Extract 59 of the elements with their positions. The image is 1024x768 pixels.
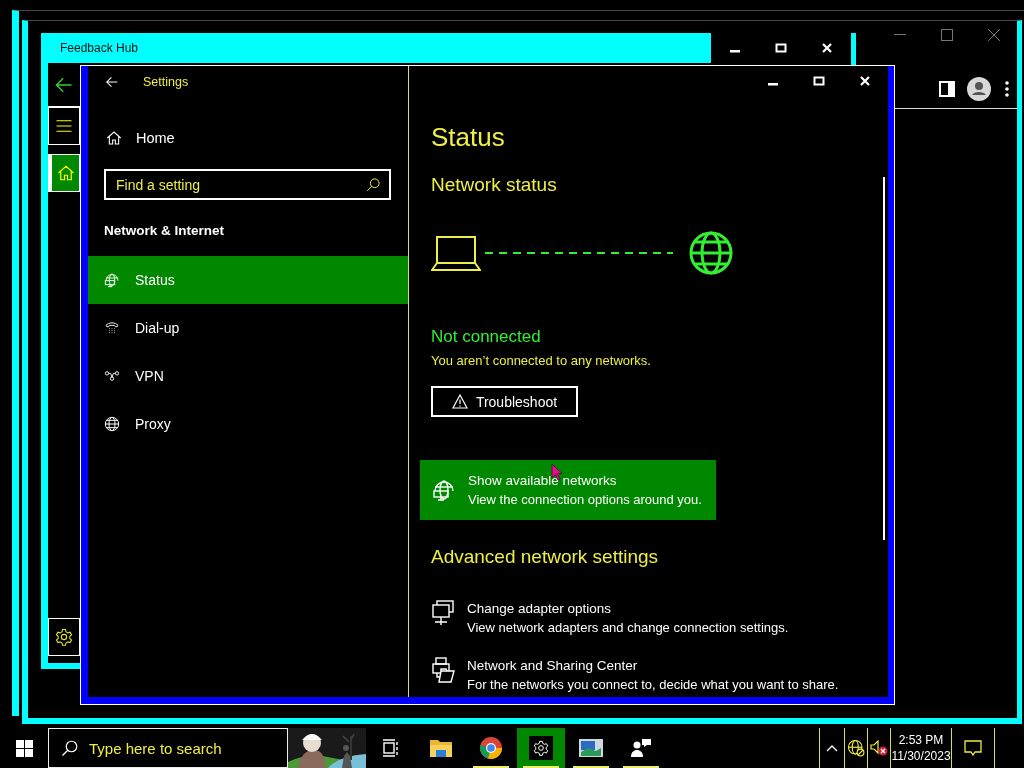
more-icon[interactable] [1003,80,1011,98]
troubleshoot-button[interactable]: Troubleshoot [431,386,578,417]
scrollbar[interactable] [883,177,885,540]
window-title: Feedback Hub [59,41,139,55]
search-field[interactable]: Type here to search [48,728,288,768]
globe-icon [687,229,735,277]
connection-status: Not connected [431,326,542,348]
person-chat-icon [630,738,652,758]
home-icon [56,164,75,182]
search-icon [366,177,381,192]
task-view-icon [382,739,400,757]
section-heading: Advanced network settings [431,545,660,569]
globe-monitor-icon [104,272,120,288]
nav-item[interactable]: Status [88,256,408,304]
clock[interactable]: 2:53 PM 11/30/2023 [890,728,952,768]
section-heading: Network status [431,173,558,197]
page-title: Status [431,121,506,153]
windows-logo-icon [15,739,33,757]
muted-speaker-icon [870,740,888,756]
gear-icon [533,740,549,756]
warning-icon [451,394,468,409]
browser-icon [479,736,503,760]
network-nodes-icon [104,368,120,384]
home-link[interactable]: Home [88,118,408,158]
menu-icon [55,117,73,135]
setting-link[interactable]: Change adapter options [467,600,789,618]
folder-icon [429,738,453,758]
globe-blocked-icon [847,739,865,757]
laptop-icon [431,233,481,273]
back-arrow-icon [105,74,119,89]
show-networks-link[interactable]: Show available networks View the connection options around you. [420,460,716,520]
printer-folder-icon [431,657,455,683]
settings-taskbar-button[interactable] [517,728,565,768]
window-title: Settings [143,74,189,89]
setting-description: View network adapters and change connection settings. [467,619,789,637]
settings-icon [55,628,73,646]
setting-description: For the networks you connect to, decide what you want to share. [467,676,839,694]
globe-monitor-icon [432,478,456,502]
avatar-icon[interactable] [967,77,991,101]
nav-item[interactable]: Proxy [88,400,408,448]
section-title: Network & Internet [103,222,226,240]
search-icon [61,739,79,757]
status-message: You aren’t connected to any networks. [431,352,652,370]
menu-nav-button[interactable] [48,107,80,145]
globe-icon [104,416,120,432]
setting-link[interactable]: Network and Sharing Center [467,657,839,675]
speech-bubble-icon [964,740,982,756]
side-panel-icon[interactable] [939,81,955,97]
phone-icon [104,320,120,336]
back-button[interactable] [105,74,119,89]
search-field[interactable]: Find a setting [104,169,391,200]
home-nav-button[interactable] [48,154,80,192]
nav-item[interactable]: VPN [88,352,408,400]
settings-button[interactable] [48,618,80,656]
home-icon [106,130,122,146]
image-app-icon [578,738,604,758]
monitor-icon [431,600,455,626]
chevron-up-icon [826,744,838,752]
nav-item[interactable]: Dial-up [88,304,408,352]
